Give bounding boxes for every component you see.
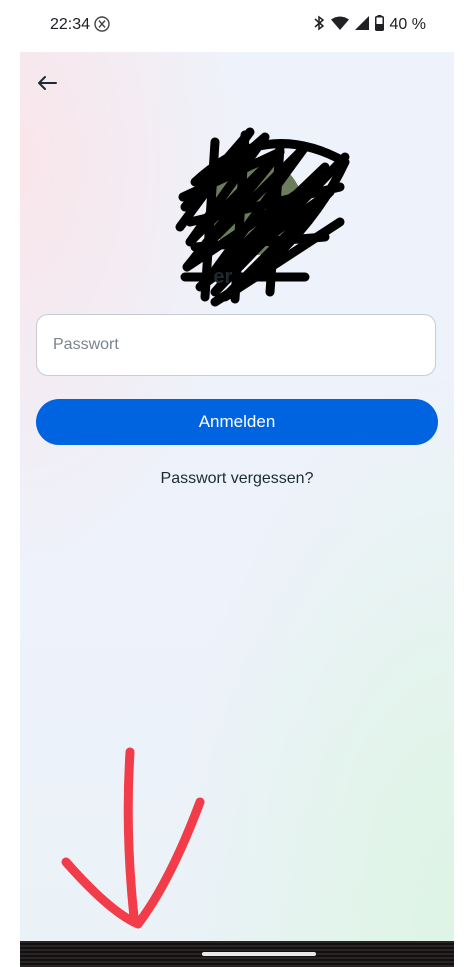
red-arrow-annotation bbox=[61, 747, 205, 929]
wifi-icon bbox=[330, 16, 349, 35]
arrow-left-icon bbox=[38, 76, 57, 90]
home-indicator[interactable] bbox=[202, 952, 316, 956]
signal-icon bbox=[354, 15, 369, 35]
password-input[interactable] bbox=[36, 314, 436, 376]
battery-icon bbox=[374, 14, 384, 36]
bluetooth-icon bbox=[313, 15, 325, 36]
forgot-password-link[interactable]: Passwort vergessen? bbox=[20, 470, 454, 488]
login-screen: Namer Anmelden Passwort vergessen? bbox=[20, 52, 454, 941]
battery-percentage: 40 % bbox=[389, 16, 426, 33]
status-time: 22:34 bbox=[50, 16, 91, 33]
profile-name: Namer bbox=[213, 266, 233, 288]
navigation-bar bbox=[20, 941, 454, 967]
login-button[interactable]: Anmelden bbox=[36, 399, 438, 445]
status-bar: 22:34 40 % bbox=[0, 0, 474, 52]
status-icons: 40 % bbox=[313, 14, 426, 36]
x-app-icon bbox=[94, 16, 110, 32]
back-button[interactable] bbox=[32, 68, 62, 98]
